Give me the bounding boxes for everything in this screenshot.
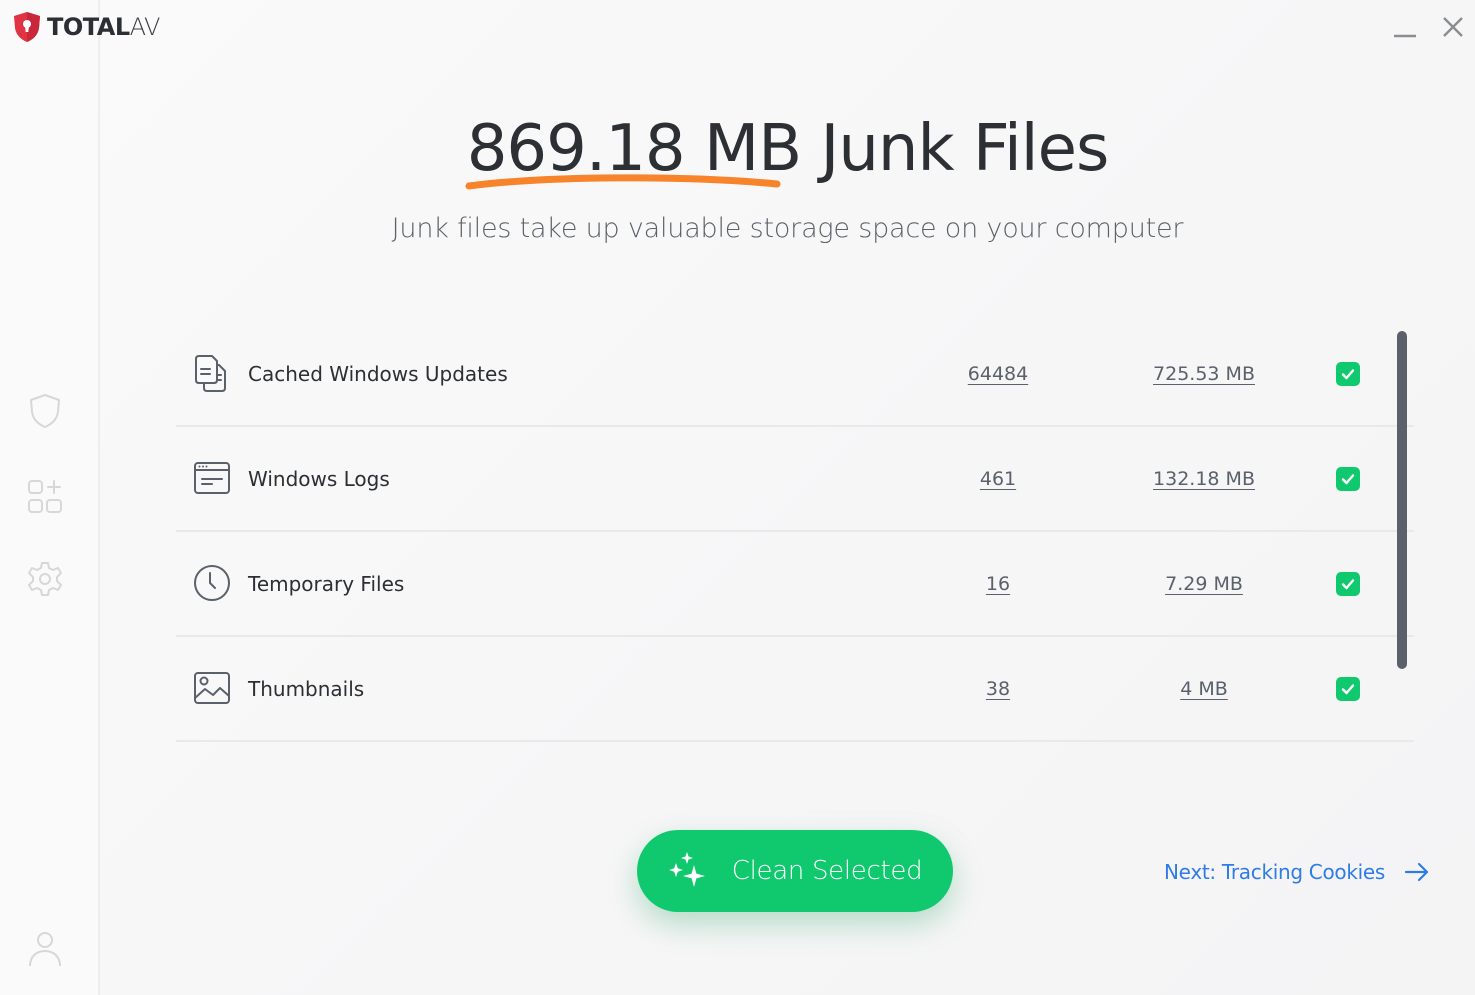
brand-light: AV: [129, 13, 161, 41]
checkmark-icon: [1341, 579, 1355, 590]
junk-item-checkbox[interactable]: [1336, 467, 1360, 491]
image-icon: [192, 668, 232, 708]
junk-item-count[interactable]: 16: [986, 573, 1010, 595]
junk-item-checkbox[interactable]: [1336, 362, 1360, 386]
junk-row-thumbnails: Thumbnails 38 4 MB: [176, 637, 1414, 742]
shield-icon: [30, 394, 60, 428]
sidebar: TOTALAV: [0, 0, 160, 995]
junk-item-name: Cached Windows Updates: [248, 362, 508, 386]
minimize-icon: [1394, 34, 1416, 38]
junk-item-count[interactable]: 461: [980, 468, 1016, 490]
junk-item-size[interactable]: 725.53 MB: [1153, 363, 1255, 385]
brand-bold: TOTAL: [47, 13, 130, 41]
junk-item-name: Temporary Files: [248, 572, 405, 596]
title-rest: Junk Files: [801, 112, 1109, 186]
documents-icon: [192, 353, 232, 393]
junk-item-checkbox[interactable]: [1336, 572, 1360, 596]
apps-add-icon: [28, 480, 62, 513]
junk-row-temporary-files: Temporary Files 16 7.29 MB: [176, 532, 1414, 637]
close-button[interactable]: [1436, 10, 1470, 44]
next-tracking-cookies-link[interactable]: Next: Tracking Cookies: [1164, 858, 1431, 886]
clock-icon: [192, 563, 232, 603]
sidebar-item-settings[interactable]: [24, 558, 66, 600]
log-window-icon: [192, 458, 232, 498]
junk-item-size[interactable]: 132.18 MB: [1153, 468, 1255, 490]
junk-item-count[interactable]: 64484: [968, 363, 1028, 385]
junk-row-windows-logs: Windows Logs 461 132.18 MB: [176, 427, 1414, 532]
junk-item-size[interactable]: 4 MB: [1180, 678, 1228, 700]
sidebar-item-apps[interactable]: [24, 474, 66, 516]
junk-row-cached-windows-updates: Cached Windows Updates 64484 725.53 MB: [176, 322, 1414, 427]
sidebar-item-account[interactable]: [24, 927, 66, 969]
next-link-label: Next: Tracking Cookies: [1164, 860, 1386, 884]
junk-amount: 869.18 MB: [465, 112, 802, 190]
minimize-button[interactable]: [1388, 10, 1422, 44]
junk-list: Cached Windows Updates 64484 725.53 MB W…: [176, 322, 1414, 742]
junk-item-checkbox[interactable]: [1336, 677, 1360, 701]
orange-underline: [465, 174, 781, 190]
junk-item-count[interactable]: 38: [986, 678, 1010, 700]
sparkles-icon: [668, 852, 705, 887]
close-icon: [1443, 17, 1463, 37]
checkmark-icon: [1341, 474, 1355, 485]
shield-logo-icon: [14, 12, 40, 42]
checkmark-icon: [1341, 369, 1355, 380]
app-window: TOTALAV 869.18 MB Junk Files Junk files …: [0, 0, 1475, 995]
sidebar-item-protection[interactable]: [24, 390, 66, 432]
page-title: 869.18 MB Junk Files: [100, 112, 1475, 190]
junk-item-size[interactable]: 7.29 MB: [1165, 573, 1243, 595]
user-icon: [29, 932, 61, 967]
logo: TOTALAV: [12, 10, 160, 44]
junk-item-name: Windows Logs: [248, 467, 390, 491]
clean-selected-label: Clean Selected: [731, 856, 923, 886]
brand-name: TOTALAV: [47, 13, 160, 41]
clean-selected-button[interactable]: Clean Selected: [637, 830, 953, 912]
checkmark-icon: [1341, 684, 1355, 695]
arrow-right-icon: [1404, 862, 1429, 882]
junk-item-name: Thumbnails: [248, 677, 365, 701]
gear-icon: [28, 562, 62, 596]
list-scrollbar[interactable]: [1397, 331, 1407, 669]
page-subtitle: Junk files take up valuable storage spac…: [391, 213, 1184, 244]
